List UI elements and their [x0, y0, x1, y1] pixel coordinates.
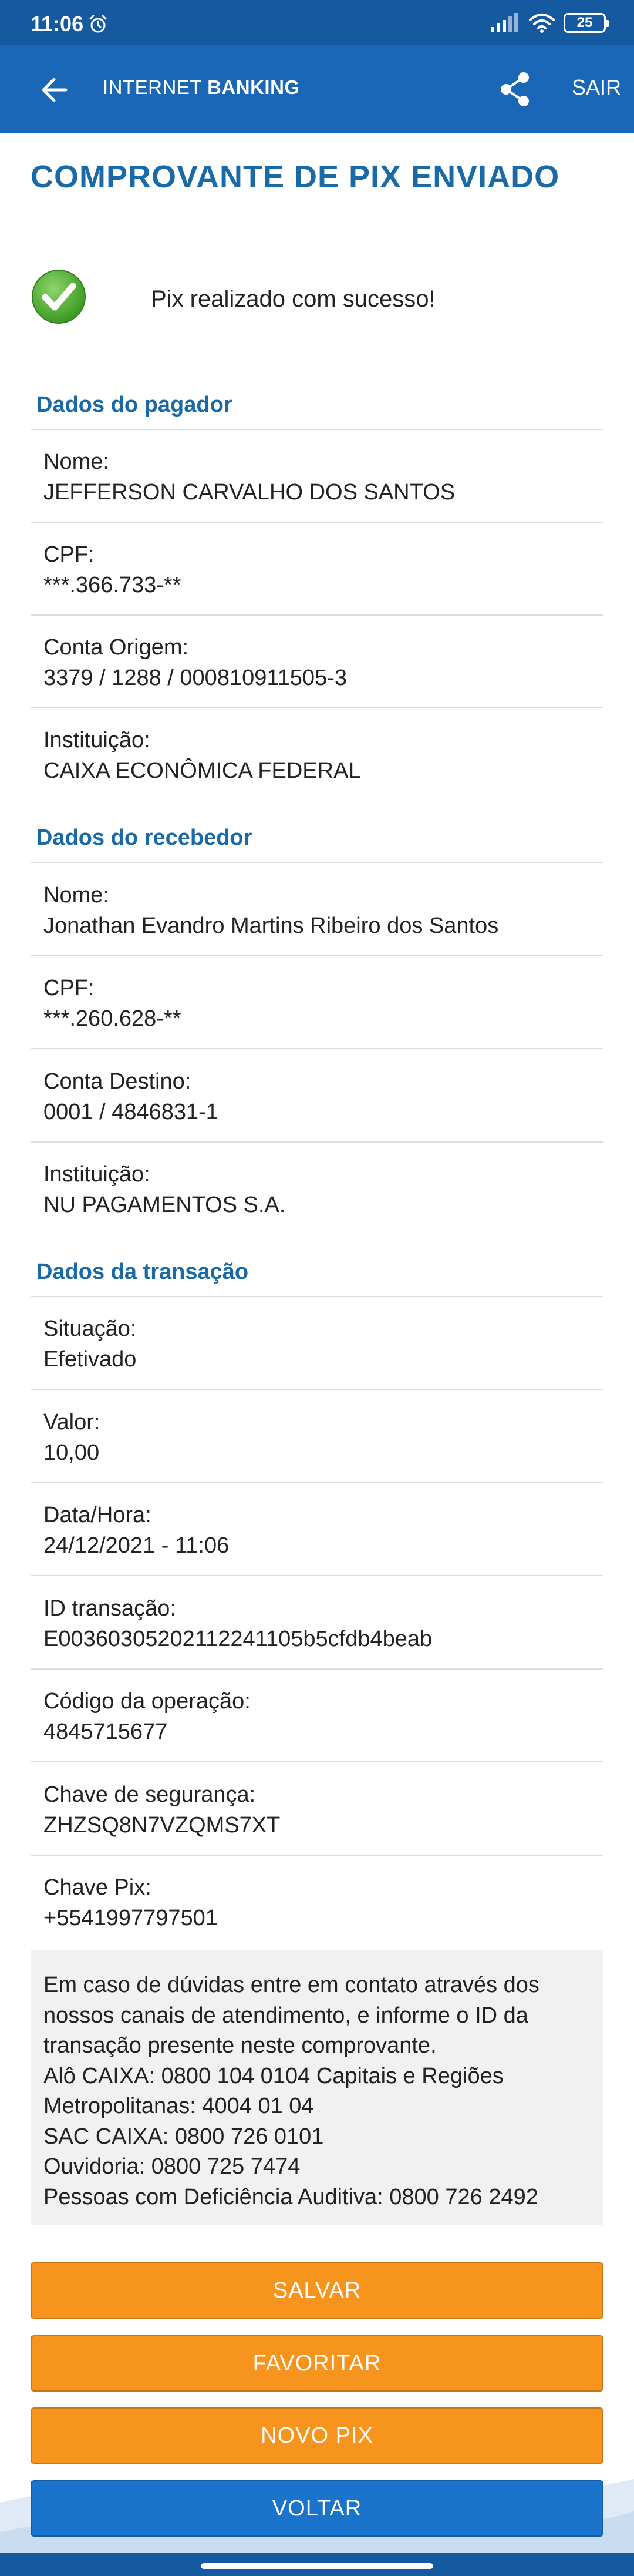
- brand-bold: BANKING: [207, 76, 300, 98]
- transaction-status-field: Situação: Efetivado: [43, 1314, 595, 1375]
- signal-icon: [491, 13, 518, 32]
- info-line: Em caso de dúvidas entre em contato atra…: [43, 1973, 539, 1997]
- transaction-operation-code-field: Código da operação: 4845715677: [43, 1686, 595, 1747]
- field-value: ZHZSQ8N7VZQMS7XT: [43, 1813, 281, 1838]
- field-value: Efetivado: [43, 1347, 137, 1372]
- field-value: NU PAGAMENTOS S.A.: [43, 1193, 286, 1217]
- info-line: Ouvidoria: 0800 725 7474: [43, 2154, 301, 2179]
- payer-cpf-field: CPF: ***.366.733-**: [43, 539, 595, 600]
- field-value: JEFFERSON CARVALHO DOS SANTOS: [43, 480, 456, 505]
- battery-indicator: 25: [564, 13, 609, 33]
- section-title-payer: Dados do pagador: [36, 392, 232, 417]
- info-line: Metropolitanas: 4004 01 04: [43, 2094, 314, 2118]
- alarm-icon: [89, 15, 107, 33]
- divider: [31, 1389, 603, 1390]
- field-label: Conta Destino:: [43, 1069, 191, 1094]
- field-value: 3379 / 1288 / 000810911505-3: [43, 666, 347, 690]
- share-button[interactable]: [496, 68, 534, 110]
- transaction-datetime-field: Data/Hora: 24/12/2021 - 11:06: [43, 1500, 595, 1561]
- divider: [31, 1048, 603, 1049]
- transaction-pix-key-field: Chave Pix: +5541997797501: [43, 1872, 595, 1933]
- divider: [31, 614, 603, 616]
- info-line: transação presente neste comprovante.: [43, 2033, 437, 2058]
- info-line: Pessoas com Deficiência Auditiva: 0800 7…: [43, 2184, 538, 2209]
- success-message: Pix realizado com sucesso!: [31, 267, 436, 326]
- field-label: Situação:: [43, 1316, 137, 1341]
- share-icon: [501, 72, 529, 106]
- brand-regular: INTERNET: [103, 76, 208, 98]
- field-label: Instituição:: [43, 1162, 150, 1187]
- new-pix-button[interactable]: NOVO PIX: [31, 2407, 603, 2464]
- home-gesture-handle[interactable]: [201, 2563, 433, 2569]
- status-icons: 25: [490, 13, 609, 33]
- field-value: ***.260.628-**: [43, 1006, 181, 1031]
- divider: [31, 1855, 603, 1856]
- field-value: 10,00: [43, 1440, 100, 1465]
- field-value: CAIXA ECONÔMICA FEDERAL: [43, 758, 361, 783]
- divider: [31, 862, 603, 863]
- divider: [31, 1296, 603, 1297]
- field-label: Data/Hora:: [43, 1503, 151, 1527]
- field-label: Valor:: [43, 1410, 100, 1435]
- favorite-button[interactable]: FAVORITAR: [31, 2335, 603, 2392]
- field-label: Nome:: [43, 449, 109, 474]
- field-value: ***.366.733-**: [43, 573, 181, 597]
- payer-account-field: Conta Origem: 3379 / 1288 / 000810911505…: [43, 632, 595, 693]
- save-button[interactable]: SALVAR: [31, 2262, 603, 2319]
- app-brand: INTERNET BANKING: [103, 76, 300, 99]
- page-title: COMPROVANTE DE PIX ENVIADO: [31, 159, 560, 194]
- field-value: 0001 / 4846831-1: [43, 1100, 218, 1124]
- field-label: CPF:: [43, 542, 95, 567]
- field-label: Chave de segurança:: [43, 1782, 256, 1807]
- transaction-id-field: ID transação: E00360305202112241105b5cfd…: [43, 1593, 595, 1654]
- transaction-amount-field: Valor: 10,00: [43, 1407, 595, 1468]
- section-title-transaction: Dados da transação: [36, 1260, 249, 1284]
- field-label: Conta Origem:: [43, 635, 189, 660]
- field-label: Nome:: [43, 883, 109, 908]
- exit-button[interactable]: SAIR: [572, 75, 621, 100]
- back-button[interactable]: [35, 71, 73, 109]
- receiver-name-field: Nome: Jonathan Evandro Martins Ribeiro d…: [43, 880, 595, 941]
- field-label: Chave Pix:: [43, 1875, 151, 1900]
- wifi-icon: [529, 14, 555, 33]
- payer-institution-field: Instituição: CAIXA ECONÔMICA FEDERAL: [43, 725, 595, 786]
- receiver-account-field: Conta Destino: 0001 / 4846831-1: [43, 1066, 595, 1127]
- field-label: Instituição:: [43, 728, 150, 753]
- check-circle-icon: [32, 270, 86, 324]
- field-label: Código da operação:: [43, 1689, 251, 1714]
- arrow-left-icon: [42, 78, 68, 102]
- field-value: E00360305202112241105b5cfdb4beab: [43, 1627, 433, 1651]
- divider: [31, 955, 603, 956]
- field-value: +5541997797501: [43, 1906, 218, 1930]
- info-line: nossos canais de atendimento, e informe …: [43, 2003, 528, 2028]
- status-bar: 11:06 25: [0, 0, 634, 45]
- receiver-institution-field: Instituição: NU PAGAMENTOS S.A.: [43, 1159, 595, 1220]
- section-title-receiver: Dados do recebedor: [36, 825, 252, 850]
- field-value: Jonathan Evandro Martins Ribeiro dos San…: [43, 913, 499, 938]
- info-line: Alô CAIXA: 0800 104 0104 Capitais e Regi…: [43, 2063, 504, 2088]
- field-value: 4845715677: [43, 1719, 168, 1744]
- divider: [31, 1575, 603, 1576]
- receiver-cpf-field: CPF: ***.260.628-**: [43, 973, 595, 1034]
- field-label: ID transação:: [43, 1596, 176, 1621]
- field-value: 24/12/2021 - 11:06: [43, 1533, 230, 1558]
- divider: [31, 1141, 603, 1143]
- support-info-box: Em caso de dúvidas entre em contato atra…: [31, 1950, 603, 2225]
- app-bar: INTERNET BANKING SAIR: [0, 45, 634, 133]
- divider: [31, 522, 603, 523]
- divider: [31, 1482, 603, 1483]
- divider: [31, 1668, 603, 1670]
- success-text: Pix realizado com sucesso!: [151, 286, 436, 312]
- info-line: SAC CAIXA: 0800 726 0101: [43, 2124, 324, 2149]
- divider: [31, 1761, 603, 1762]
- payer-name-field: Nome: JEFFERSON CARVALHO DOS SANTOS: [43, 446, 595, 508]
- transaction-security-key-field: Chave de segurança: ZHZSQ8N7VZQMS7XT: [43, 1779, 595, 1841]
- divider: [31, 429, 603, 430]
- return-button[interactable]: VOLTAR: [31, 2480, 603, 2537]
- field-label: CPF:: [43, 976, 95, 1000]
- divider: [31, 707, 603, 708]
- status-time: 11:06: [31, 12, 84, 36]
